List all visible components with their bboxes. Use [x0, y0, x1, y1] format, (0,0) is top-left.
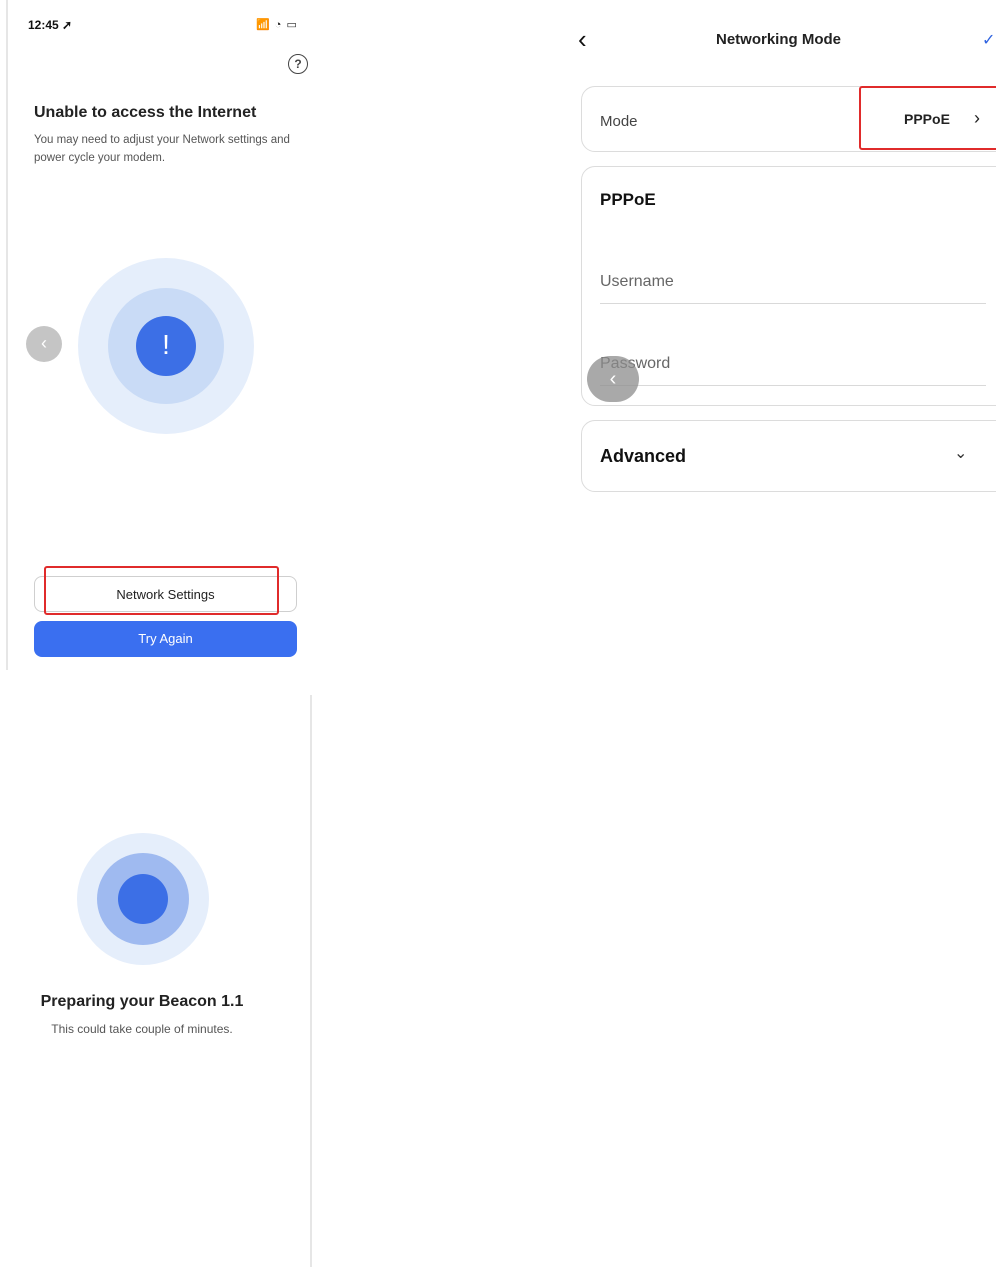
highlight-box [44, 566, 279, 615]
highlight-box-mode [859, 86, 996, 150]
screen-divider-3 [310, 695, 312, 1267]
status-time: 12:45 ➚ [28, 18, 73, 32]
status-icons: 📶 ◔ ▭ [256, 19, 298, 31]
page-title: Unable to access the Internet [34, 104, 257, 121]
back-button[interactable]: ‹ [26, 326, 62, 362]
advanced-label: Advanced [600, 446, 687, 466]
try-again-button[interactable]: Try Again [34, 621, 297, 657]
networking-mode-title: Networking Mode [716, 31, 842, 48]
back-chevron-icon[interactable]: ‹ [578, 24, 587, 55]
username-underline [600, 303, 986, 304]
chevron-down-icon[interactable]: ⌄ [954, 443, 967, 463]
mode-label: Mode [600, 113, 638, 130]
confirm-check-icon[interactable]: ✓ [982, 30, 995, 50]
alert-icon: ! [136, 316, 196, 376]
back-button-overlay[interactable]: ‹ [587, 356, 639, 402]
screen-divider [6, 0, 8, 670]
preparing-screen [0, 695, 312, 1267]
password-underline [600, 385, 986, 386]
preparing-subtitle: This could take couple of minutes. [51, 1022, 233, 1036]
page-description: You may need to adjust your Network sett… [34, 134, 290, 164]
username-field[interactable]: Username [600, 273, 674, 291]
preparing-title: Preparing your Beacon 1.1 [40, 993, 244, 1010]
help-icon[interactable]: ? [288, 54, 308, 74]
pppoe-section-title: PPPoE [600, 190, 656, 209]
progress-dot-icon [118, 874, 168, 924]
